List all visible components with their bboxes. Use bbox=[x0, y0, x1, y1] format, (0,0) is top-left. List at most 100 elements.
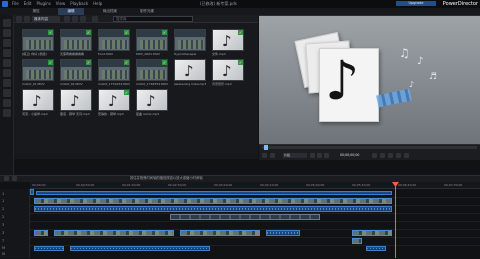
ruler-tick-label: 00;00;00 bbox=[32, 183, 46, 187]
library-item-label: mixkit_02.MOV bbox=[60, 82, 83, 86]
brand-name: PowerDirector bbox=[442, 1, 478, 7]
audio-mixing-icon[interactable] bbox=[3, 79, 11, 87]
filter-image-icon[interactable] bbox=[72, 16, 78, 22]
library-item[interactable]: ✓ mixkit_01.MOV bbox=[22, 59, 54, 86]
audio-clip[interactable] bbox=[70, 246, 210, 251]
volume-icon[interactable] bbox=[380, 153, 385, 158]
library-item-label: MOV_0001.MOV bbox=[136, 52, 160, 56]
video-clip[interactable] bbox=[352, 230, 392, 236]
used-check-icon: ✓ bbox=[162, 60, 167, 65]
audio-clip[interactable] bbox=[34, 246, 64, 251]
upgrade-button[interactable]: Upgrade bbox=[396, 1, 436, 6]
video-clip[interactable] bbox=[54, 230, 174, 236]
playhead-line[interactable] bbox=[395, 182, 396, 258]
ruler-tick-label: 00;07;30;00 bbox=[444, 183, 463, 187]
media-room-icon[interactable] bbox=[3, 19, 11, 27]
library-item[interactable]: ♪ ✓ 背景音乐.mp3 bbox=[212, 59, 244, 86]
scrubber-handle[interactable] bbox=[264, 145, 268, 150]
title-clip[interactable] bbox=[30, 189, 34, 195]
menu-edit[interactable]: Edit bbox=[24, 1, 32, 7]
chapter-room-icon[interactable] bbox=[3, 99, 11, 107]
library-item[interactable]: ✓ mixkit_02.MOV bbox=[60, 59, 92, 86]
audio-clip[interactable] bbox=[366, 246, 386, 251]
video-thumbnail: ✓ bbox=[22, 59, 54, 81]
play-icon[interactable] bbox=[262, 153, 267, 158]
import-media-icon[interactable] bbox=[16, 16, 22, 22]
pip-room-icon[interactable] bbox=[3, 39, 11, 47]
library-item[interactable]: ✓ [保卫] 你好 [视频] bbox=[22, 29, 54, 56]
library-item[interactable]: ✓ mixkit_1751054.MOV bbox=[98, 59, 130, 86]
fullscreen-icon[interactable] bbox=[404, 153, 409, 158]
library-item[interactable]: ♪ ✓ 安静的 - 钢琴.mp3 bbox=[98, 89, 130, 116]
video-thumbnail: ✓ bbox=[136, 29, 168, 51]
library-search-input[interactable]: 搜寻库 bbox=[113, 16, 193, 22]
track-manager-icon[interactable] bbox=[4, 176, 9, 181]
audio-clip[interactable] bbox=[36, 191, 392, 195]
menu-view[interactable]: View bbox=[56, 1, 66, 7]
next-frame-icon[interactable] bbox=[317, 153, 322, 158]
timeline-tracks[interactable] bbox=[30, 189, 480, 258]
video-thumbnail: ✓ bbox=[60, 59, 92, 81]
previous-frame-icon[interactable] bbox=[310, 153, 315, 158]
library-item-label: [保卫] 你好 [视频] bbox=[22, 52, 47, 56]
fast-forward-icon[interactable] bbox=[324, 153, 329, 158]
video-clip[interactable] bbox=[34, 230, 48, 236]
voice-over-icon[interactable] bbox=[3, 89, 11, 97]
library-filter-dropdown[interactable]: 媒体内容 bbox=[32, 16, 60, 22]
library-item[interactable]: ♪ 童话 - 钢琴 无词.mp3 bbox=[60, 89, 92, 116]
library-menu-icon[interactable] bbox=[92, 16, 98, 22]
undock-icon[interactable] bbox=[396, 153, 401, 158]
track-number: M bbox=[2, 252, 6, 256]
video-clip[interactable] bbox=[352, 238, 362, 244]
library-item[interactable]: ♪ 夜曲 remix.mp3 bbox=[136, 89, 168, 116]
library-item[interactable]: ♪ ✓ 文件.mp3 bbox=[212, 29, 244, 56]
snapshot-icon[interactable] bbox=[372, 153, 377, 158]
video-clip[interactable] bbox=[34, 198, 392, 204]
menu-file[interactable]: File bbox=[12, 1, 19, 7]
filter-video-icon[interactable] bbox=[64, 16, 70, 22]
tab-create-disc[interactable]: 制作光碟 bbox=[134, 8, 160, 15]
preview-window[interactable]: ♪ ♫ ♪ ♬ ♪ bbox=[259, 16, 480, 144]
video-clip[interactable] bbox=[180, 230, 260, 236]
particle-room-icon[interactable] bbox=[3, 49, 11, 57]
music-note-icon: ♪ bbox=[222, 32, 232, 50]
download-media-icon[interactable] bbox=[24, 16, 30, 22]
stop-icon[interactable] bbox=[270, 153, 275, 158]
video-thumbnail: ✓ bbox=[136, 59, 168, 81]
menu-playback[interactable]: Playback bbox=[70, 1, 88, 7]
clip-movie-toggle[interactable]: 片段 bbox=[283, 153, 307, 158]
subtitle-room-icon[interactable] bbox=[3, 109, 11, 117]
library-item-label: 河流 - 小提琴.mp3 bbox=[22, 112, 48, 116]
used-check-icon: ✓ bbox=[48, 30, 53, 35]
timeline-ruler[interactable]: 00;00;00 00;00;50;00 00;01;40;00 00;02;3… bbox=[30, 182, 480, 189]
filter-audio-icon[interactable] bbox=[80, 16, 86, 22]
library-item[interactable]: ✓ Food.MOV bbox=[98, 29, 130, 56]
audio-clip[interactable] bbox=[266, 230, 300, 236]
menu-plugins[interactable]: Plugins bbox=[36, 1, 50, 7]
library-item-label: mixkit_01.MOV bbox=[22, 82, 45, 86]
timeline-view-icon[interactable] bbox=[12, 176, 17, 181]
library-item[interactable]: ♪ Awakening Insta.mp3 bbox=[174, 59, 206, 86]
library-item[interactable]: ✓ mixkit_1748354.MOV bbox=[136, 59, 168, 86]
audio-clip[interactable] bbox=[34, 206, 392, 212]
effect-clip[interactable] bbox=[170, 214, 320, 220]
tab-edit[interactable]: 编辑 bbox=[58, 8, 84, 15]
tab-produce[interactable]: 输出档案 bbox=[97, 8, 123, 15]
transition-room-icon[interactable] bbox=[3, 69, 11, 77]
timeline-toolbar bbox=[0, 175, 480, 182]
menu-help[interactable]: Help bbox=[93, 1, 102, 7]
app-logo-icon bbox=[2, 1, 8, 7]
tab-capture[interactable]: 捕捉 bbox=[25, 8, 47, 15]
library-item[interactable]: ✓ MOV_0001.MOV bbox=[136, 29, 168, 56]
used-check-icon: ✓ bbox=[48, 60, 53, 65]
title-room-icon[interactable] bbox=[3, 59, 11, 67]
quality-icon[interactable] bbox=[388, 153, 393, 158]
track-number: 2 bbox=[2, 207, 5, 211]
library-item[interactable]: Hypnotherapie bbox=[174, 29, 206, 56]
music-thumbnail: ♪ ✓ bbox=[98, 89, 130, 111]
library-item[interactable]: ✓ 无需再看看看看看 bbox=[60, 29, 92, 56]
library-item-label: Hypnotherapie bbox=[174, 52, 197, 56]
effect-room-icon[interactable] bbox=[3, 29, 11, 37]
library-item[interactable]: ♪ 河流 - 小提琴.mp3 bbox=[22, 89, 54, 116]
preview-scrubber[interactable] bbox=[262, 146, 477, 149]
